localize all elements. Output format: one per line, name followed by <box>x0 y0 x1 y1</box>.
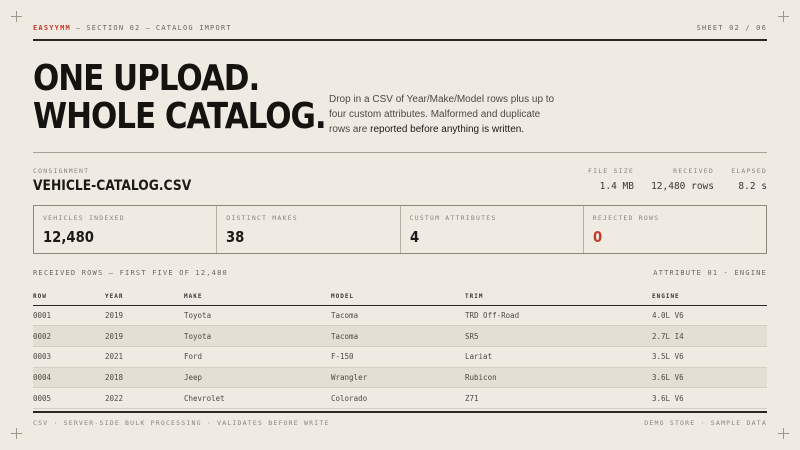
column-header-make: MAKE <box>184 288 331 306</box>
cell-model: Wrangler <box>331 367 465 389</box>
table-row: 0003 2021 Ford F-150 Lariat 3.5L V6 <box>33 346 767 368</box>
intro-emphasis: reported before anything is written. <box>370 124 525 135</box>
cell-year: 2019 <box>105 305 184 327</box>
cell-model: Tacoma <box>331 325 465 347</box>
received-rows-table: ROW YEAR MAKE MODEL TRIM ENGINE 0001 201… <box>33 288 767 409</box>
cell-engine: 3.5L V6 <box>652 346 767 368</box>
cell-trim: TRD Off-Road <box>465 305 652 327</box>
headline-line-2: WHOLE CATALOG. <box>33 96 327 137</box>
cell-model: Colorado <box>331 387 465 409</box>
rows-section-title: RECEIVED ROWS — FIRST FIVE OF 12,480 <box>33 269 228 277</box>
file-size-value: 1.4 MB <box>599 181 634 192</box>
rows-section-header: RECEIVED ROWS — FIRST FIVE OF 12,480 ATT… <box>33 269 767 277</box>
bottom-divider <box>33 411 767 413</box>
corner-mark-bottom-left <box>11 428 22 439</box>
file-size-label: FILE SIZE <box>587 167 634 175</box>
cell-row: 0003 <box>33 346 105 368</box>
breadcrumb-separator: — <box>145 24 151 32</box>
stat-value: 12,480 <box>43 228 94 246</box>
attribute-indicator: ATTRIBUTE 01 · ENGINE <box>653 269 767 277</box>
cell-row: 0001 <box>33 305 105 327</box>
cell-engine: 3.6L V6 <box>652 387 767 409</box>
stat-value: 0 <box>592 228 602 246</box>
stat-label: VEHICLES INDEXED <box>43 214 125 222</box>
footer: CSV · SERVER-SIDE BULK PROCESSING · VALI… <box>33 419 767 427</box>
stat-label: DISTINCT MAKES <box>226 214 298 222</box>
stat-label: REJECTED ROWS <box>592 214 660 222</box>
cell-year: 2018 <box>105 367 184 389</box>
cell-engine: 4.0L V6 <box>652 305 767 327</box>
stat-value: 38 <box>226 228 245 246</box>
breadcrumb-section: SECTION 02 <box>86 24 141 32</box>
cell-row: 0002 <box>33 325 105 347</box>
cell-engine: 2.7L I4 <box>652 325 767 347</box>
received-value: 12,480 rows <box>651 181 714 192</box>
headline-line-1: ONE UPLOAD. <box>33 58 260 99</box>
cell-make: Ford <box>184 346 331 368</box>
column-header-engine: ENGINE <box>652 288 767 306</box>
elapsed-meta: ELAPSED 8.2 s <box>731 167 767 192</box>
received-label: RECEIVED <box>673 167 714 175</box>
stat-vehicles-indexed: VEHICLES INDEXED 12,480 <box>34 206 218 253</box>
brand-name: EASYYMM <box>33 24 71 32</box>
table-row: 0001 2019 Toyota Tacoma TRD Off-Road 4.0… <box>33 305 767 327</box>
cell-trim: Rubicon <box>465 367 652 389</box>
intro-text: Drop in a CSV of Year/Make/Model rows pl… <box>329 92 559 137</box>
cell-make: Toyota <box>184 325 331 347</box>
footer-right: DEMO STORE · SAMPLE DATA <box>644 419 767 427</box>
cell-trim: SR5 <box>465 325 652 347</box>
consignment-filename: VEHICLE-CATALOG.CSV <box>33 178 192 194</box>
cell-make: Chevrolet <box>184 387 331 409</box>
cell-year: 2019 <box>105 325 184 347</box>
column-header-model: MODEL <box>331 288 465 306</box>
cell-model: Tacoma <box>331 305 465 327</box>
cell-row: 0004 <box>33 367 105 389</box>
stat-distinct-makes: DISTINCT MAKES 38 <box>217 206 401 253</box>
column-header-trim: TRIM <box>465 288 652 306</box>
cell-make: Jeep <box>184 367 331 389</box>
column-header-year: YEAR <box>105 288 184 306</box>
table-row: 0002 2019 Toyota Tacoma SR5 2.7L I4 <box>33 325 767 347</box>
corner-mark-top-right <box>778 11 789 22</box>
column-header-row: ROW <box>33 288 105 306</box>
mid-divider <box>33 152 767 153</box>
elapsed-value: 8.2 s <box>738 181 767 192</box>
table-row: 0004 2018 Jeep Wrangler Rubicon 3.6L V6 <box>33 367 767 389</box>
stat-custom-attributes: CUSTOM ATTRIBUTES 4 <box>401 206 584 253</box>
corner-mark-top-left <box>11 11 22 22</box>
consignment-label: CONSIGNMENT <box>33 167 90 175</box>
cell-row: 0005 <box>33 387 105 409</box>
breadcrumb-title: CATALOG IMPORT <box>155 24 232 32</box>
top-bar: EASYYMM — SECTION 02 — CATALOG IMPORT SHEET … <box>33 24 767 32</box>
corner-mark-bottom-right <box>778 428 789 439</box>
elapsed-label: ELAPSED <box>731 167 767 175</box>
breadcrumb-separator: — <box>75 24 82 32</box>
page-title: ONE UPLOAD. WHOLE CATALOG. <box>33 58 327 137</box>
table-row: 0005 2022 Chevrolet Colorado Z71 3.6L V6 <box>33 387 767 409</box>
footer-left: CSV · SERVER-SIDE BULK PROCESSING · VALI… <box>33 419 330 427</box>
stat-label: CUSTOM ATTRIBUTES <box>409 214 497 222</box>
breadcrumb: EASYYMM — SECTION 02 — CATALOG IMPORT <box>33 24 232 32</box>
file-size-meta: FILE SIZE 1.4 MB <box>588 167 634 192</box>
cell-trim: Z71 <box>465 387 652 409</box>
cell-trim: Lariat <box>465 346 652 368</box>
cell-model: F-150 <box>331 346 465 368</box>
stats-panel: VEHICLES INDEXED 12,480 DISTINCT MAKES 3… <box>33 205 767 254</box>
sheet-indicator: SHEET 02 / 06 <box>696 24 767 32</box>
top-divider <box>33 39 767 41</box>
stat-value: 4 <box>409 228 419 246</box>
table-header-row: ROW YEAR MAKE MODEL TRIM ENGINE <box>33 288 767 306</box>
stat-rejected-rows: REJECTED ROWS 0 <box>584 206 766 253</box>
cell-make: Toyota <box>184 305 331 327</box>
cell-year: 2021 <box>105 346 184 368</box>
cell-engine: 3.6L V6 <box>652 367 767 389</box>
received-meta: RECEIVED 12,480 rows <box>651 167 714 192</box>
cell-year: 2022 <box>105 387 184 409</box>
